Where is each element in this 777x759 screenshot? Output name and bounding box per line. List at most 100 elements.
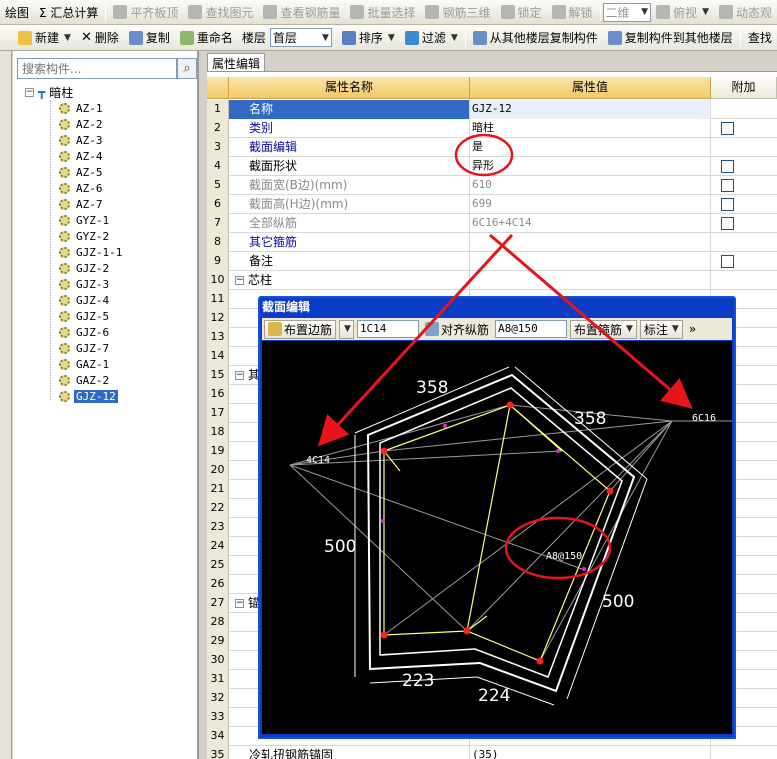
stirrup-input[interactable]: A8@150 xyxy=(494,320,567,338)
component-icon xyxy=(59,182,70,194)
edge-rebar-dropdown[interactable]: ▼ xyxy=(339,319,354,339)
search-button[interactable]: ⌕ xyxy=(177,58,197,79)
batch-select-button[interactable]: 批量选择 xyxy=(345,1,420,23)
copy-label: 复制 xyxy=(145,31,170,45)
tree-guide-line xyxy=(50,100,51,400)
find-button[interactable]: 查找 xyxy=(743,27,777,49)
table-row[interactable]: 1 名称 GJZ-12 xyxy=(207,100,777,119)
copy-to-floor-button[interactable]: 复制构件到其他楼层 xyxy=(603,27,738,49)
property-name-label: 备注 xyxy=(249,254,274,268)
tree-item[interactable]: GYZ-1 xyxy=(59,212,111,228)
sum-calc-button[interactable]: Σ 汇总计算 xyxy=(34,1,103,23)
tree-item[interactable]: GJZ-12 xyxy=(59,388,118,404)
property-value[interactable] xyxy=(470,233,711,252)
edge-rebar-input[interactable]: 1C14 xyxy=(356,320,419,338)
rename-button[interactable]: 重命名 xyxy=(175,27,238,49)
extra-checkbox[interactable] xyxy=(721,179,734,192)
chevron-down-icon: ▼ xyxy=(344,324,351,334)
property-value[interactable]: 暗柱 xyxy=(470,119,711,138)
dim-label-right: 500 xyxy=(602,592,634,612)
toolbar-item-draw[interactable]: 绘图 xyxy=(0,1,34,23)
align-rebar-button[interactable]: 对齐纵筋 xyxy=(422,320,492,339)
annotate-button[interactable]: 标注 ▼ xyxy=(639,319,683,339)
place-stirrup-button[interactable]: 布置箍筋 ▼ xyxy=(569,319,637,339)
table-row[interactable]: 7 全部纵筋 6C16+4C14 xyxy=(207,214,777,233)
property-value[interactable]: 异形 xyxy=(470,157,711,176)
tree-item[interactable]: GAZ-1 xyxy=(59,356,111,372)
extra-checkbox[interactable] xyxy=(721,198,734,211)
rebar-point xyxy=(443,424,447,428)
new-button[interactable]: 新建 ▼ xyxy=(0,27,76,49)
collapse-icon[interactable]: − xyxy=(235,371,244,380)
table-row[interactable]: 3 截面编辑 是 xyxy=(207,138,777,157)
extra-checkbox[interactable] xyxy=(721,255,734,268)
tree-item[interactable]: AZ-4 xyxy=(59,148,105,164)
tree-item[interactable]: GJZ-7 xyxy=(59,340,111,356)
delete-label: 删除 xyxy=(94,31,119,45)
tree-item[interactable]: GJZ-3 xyxy=(59,276,111,292)
tree-item[interactable]: GJZ-6 xyxy=(59,324,111,340)
search-input[interactable] xyxy=(17,58,177,79)
new-icon xyxy=(18,30,32,45)
align-top-button[interactable]: 平齐板顶 xyxy=(108,1,183,23)
tree-root[interactable]: − ┳ 暗柱 xyxy=(25,84,73,100)
tree-item[interactable]: GJZ-1-1 xyxy=(59,244,124,260)
tree-item[interactable]: GJZ-2 xyxy=(59,260,111,276)
section-canvas[interactable]: 358 358 500 500 223 224 4C14 6C16 A8@150 xyxy=(262,341,732,734)
table-row[interactable]: 8 其它箍筋 xyxy=(207,233,777,252)
property-value[interactable]: 6C16+4C14 xyxy=(470,214,711,233)
filter-button[interactable]: 过滤 ▼ xyxy=(400,27,463,49)
copy-button[interactable]: 复制 xyxy=(124,27,175,49)
sort-button[interactable]: 排序 ▼ xyxy=(337,27,400,49)
lock-button[interactable]: 锁定 xyxy=(496,1,547,23)
property-value[interactable]: (35) xyxy=(470,746,711,759)
dialog-title[interactable]: 截面编辑 xyxy=(262,299,310,316)
tree-item[interactable]: AZ-3 xyxy=(59,132,105,148)
view-mode-button[interactable]: 俯视 ▼ xyxy=(651,1,714,23)
tab-property-edit[interactable]: 属性编辑 xyxy=(207,53,266,71)
copy-from-floor-button[interactable]: 从其他楼层复制构件 xyxy=(468,27,603,49)
table-row[interactable]: 35 冷轧扭钢筋锚固 (35) xyxy=(207,746,777,759)
tree-item[interactable]: AZ-7 xyxy=(59,196,105,212)
tree-item[interactable]: AZ-2 xyxy=(59,116,105,132)
delete-button[interactable]: ✕ 删除 xyxy=(76,27,124,49)
view-dimension-select[interactable]: 二维 ▼ xyxy=(602,2,652,22)
property-value[interactable]: 699 xyxy=(470,195,711,214)
tree-item[interactable]: AZ-1 xyxy=(59,100,105,116)
place-edge-rebar-button[interactable]: 布置边筋 xyxy=(264,319,337,339)
component-icon xyxy=(59,326,70,338)
rebar-3d-button[interactable]: 钢筋三维 xyxy=(420,1,495,23)
copy-to-floor-label: 复制构件到其他楼层 xyxy=(624,31,733,45)
tree-item[interactable]: GAZ-2 xyxy=(59,372,111,388)
table-row[interactable]: 4 截面形状 异形 xyxy=(207,157,777,176)
tree-item[interactable]: GJZ-5 xyxy=(59,308,111,324)
extra-checkbox[interactable] xyxy=(721,122,734,135)
unlock-button[interactable]: 解锁 xyxy=(547,1,598,23)
property-value[interactable] xyxy=(470,271,711,290)
table-row[interactable]: 6 截面高(H边)(mm) 699 xyxy=(207,195,777,214)
property-extra xyxy=(711,119,777,138)
row-number: 28 xyxy=(207,613,229,632)
tree-item[interactable]: AZ-6 xyxy=(59,180,105,196)
collapse-icon[interactable]: − xyxy=(235,276,244,285)
collapse-icon[interactable]: − xyxy=(235,599,244,608)
extra-checkbox[interactable] xyxy=(721,160,734,173)
table-row[interactable]: 5 截面宽(B边)(mm) 610 xyxy=(207,176,777,195)
collapse-icon[interactable]: − xyxy=(25,87,34,97)
dynamic-view-button[interactable]: 动态观 xyxy=(714,1,777,23)
toolbar-overflow-button[interactable]: » xyxy=(686,320,699,339)
tree-item[interactable]: GYZ-2 xyxy=(59,228,111,244)
table-row[interactable]: 9 备注 xyxy=(207,252,777,271)
tree-item[interactable]: GJZ-4 xyxy=(59,292,111,308)
property-value[interactable] xyxy=(470,252,711,271)
property-value[interactable]: 610 xyxy=(470,176,711,195)
table-row[interactable]: 10− 芯柱 xyxy=(207,271,777,290)
property-value[interactable]: 是 xyxy=(470,138,711,157)
find-element-button[interactable]: 查找图元 xyxy=(183,1,258,23)
table-row[interactable]: 2 类别 暗柱 xyxy=(207,119,777,138)
floor-select[interactable]: 首层 ▼ xyxy=(269,28,332,47)
tree-item[interactable]: AZ-5 xyxy=(59,164,105,180)
extra-checkbox[interactable] xyxy=(721,217,734,230)
view-rebar-button[interactable]: 查看钢筋量 xyxy=(258,1,345,23)
property-value[interactable]: GJZ-12 xyxy=(470,100,711,119)
